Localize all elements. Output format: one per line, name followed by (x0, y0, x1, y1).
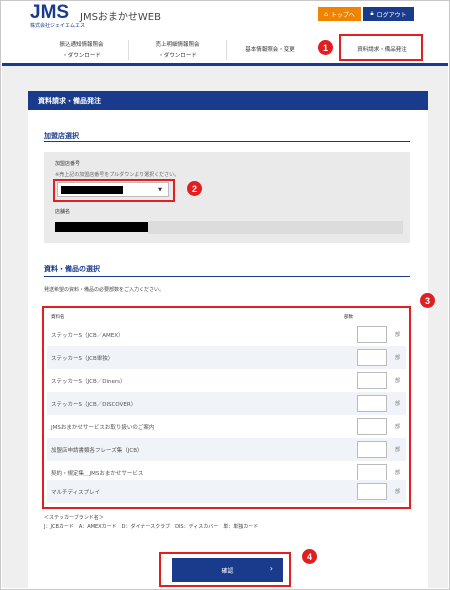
annotation-badge-1: 1 (318, 40, 333, 55)
redacted-store-name (55, 222, 148, 232)
store-number-hint: ※売上記の加盟店番号をプルダウンより選択ください。 (55, 172, 180, 178)
annotation-frame-1 (339, 34, 423, 61)
annotation-frame-4 (159, 552, 291, 587)
store-select-title: 加盟店選択 (44, 132, 79, 140)
brand-notes-legend: J：JCBカード A：AMEXカード D：ダイナースクラブ DIS：ディスカバー… (44, 524, 259, 530)
top-button[interactable]: ⌂ トップへ (318, 7, 361, 21)
annotation-frame-3 (42, 306, 411, 509)
nav-item-basic-info[interactable]: 基本情報照会・変更 (230, 45, 310, 56)
home-icon: ⌂ (324, 10, 328, 18)
nav-item-sales-detail[interactable]: 売上明細情報照会 ・ダウンロード (140, 40, 215, 62)
store-number-label: 加盟店番号 (55, 161, 81, 167)
lock-icon: 🔒︎ (370, 10, 374, 17)
nav-divider (128, 40, 129, 60)
panel-title: 資料請求・備品発注 (28, 91, 428, 110)
items-section-title: 資料・備品の選択 (44, 265, 100, 273)
section-divider (44, 141, 410, 142)
section-divider (44, 276, 410, 277)
annotation-frame-2 (53, 179, 175, 202)
logout-button[interactable]: 🔒︎ ログアウト (363, 7, 414, 21)
annotation-badge-4: 4 (302, 549, 317, 564)
annotation-badge-2: 2 (187, 181, 202, 196)
store-name-label: 店舗名 (55, 209, 71, 215)
nav-divider (226, 40, 227, 60)
annotation-badge-3: 3 (420, 293, 435, 308)
logo-subtitle: 株式会社ジェイエムエス (30, 23, 85, 29)
nav-item-payment-notice[interactable]: 振込通知情報照会 ・ダウンロード (44, 40, 119, 62)
site-title: JMSおまかせWEB (80, 12, 161, 23)
logo[interactable]: JMS (30, 2, 69, 24)
store-name-field (148, 221, 403, 234)
items-description: 発送希望の資料・備品の必要部数をご入力ください。 (44, 287, 165, 293)
brand-notes-title: ＜ステッカーブランド名＞ (44, 515, 104, 521)
